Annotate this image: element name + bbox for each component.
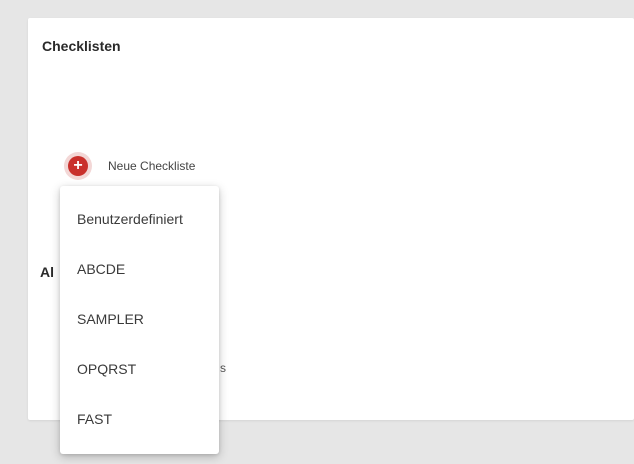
card-title: Checklisten (42, 38, 121, 54)
menu-item-benutzerdefiniert[interactable]: Benutzerdefiniert (60, 194, 219, 244)
menu-item-opqrst[interactable]: OPQRST (60, 344, 219, 394)
section-heading-partial: Al (40, 264, 54, 280)
plus-circle-icon[interactable]: + (68, 156, 88, 176)
new-checklist-label: Neue Checkliste (108, 159, 196, 173)
checklist-type-menu: Benutzerdefiniert ABCDE SAMPLER OPQRST F… (60, 186, 219, 454)
new-checklist-button[interactable]: + Neue Checkliste (68, 156, 195, 176)
menu-item-abcde[interactable]: ABCDE (60, 244, 219, 294)
section-text-partial: s (220, 361, 226, 375)
menu-item-fast[interactable]: FAST (60, 394, 219, 444)
menu-item-sampler[interactable]: SAMPLER (60, 294, 219, 344)
